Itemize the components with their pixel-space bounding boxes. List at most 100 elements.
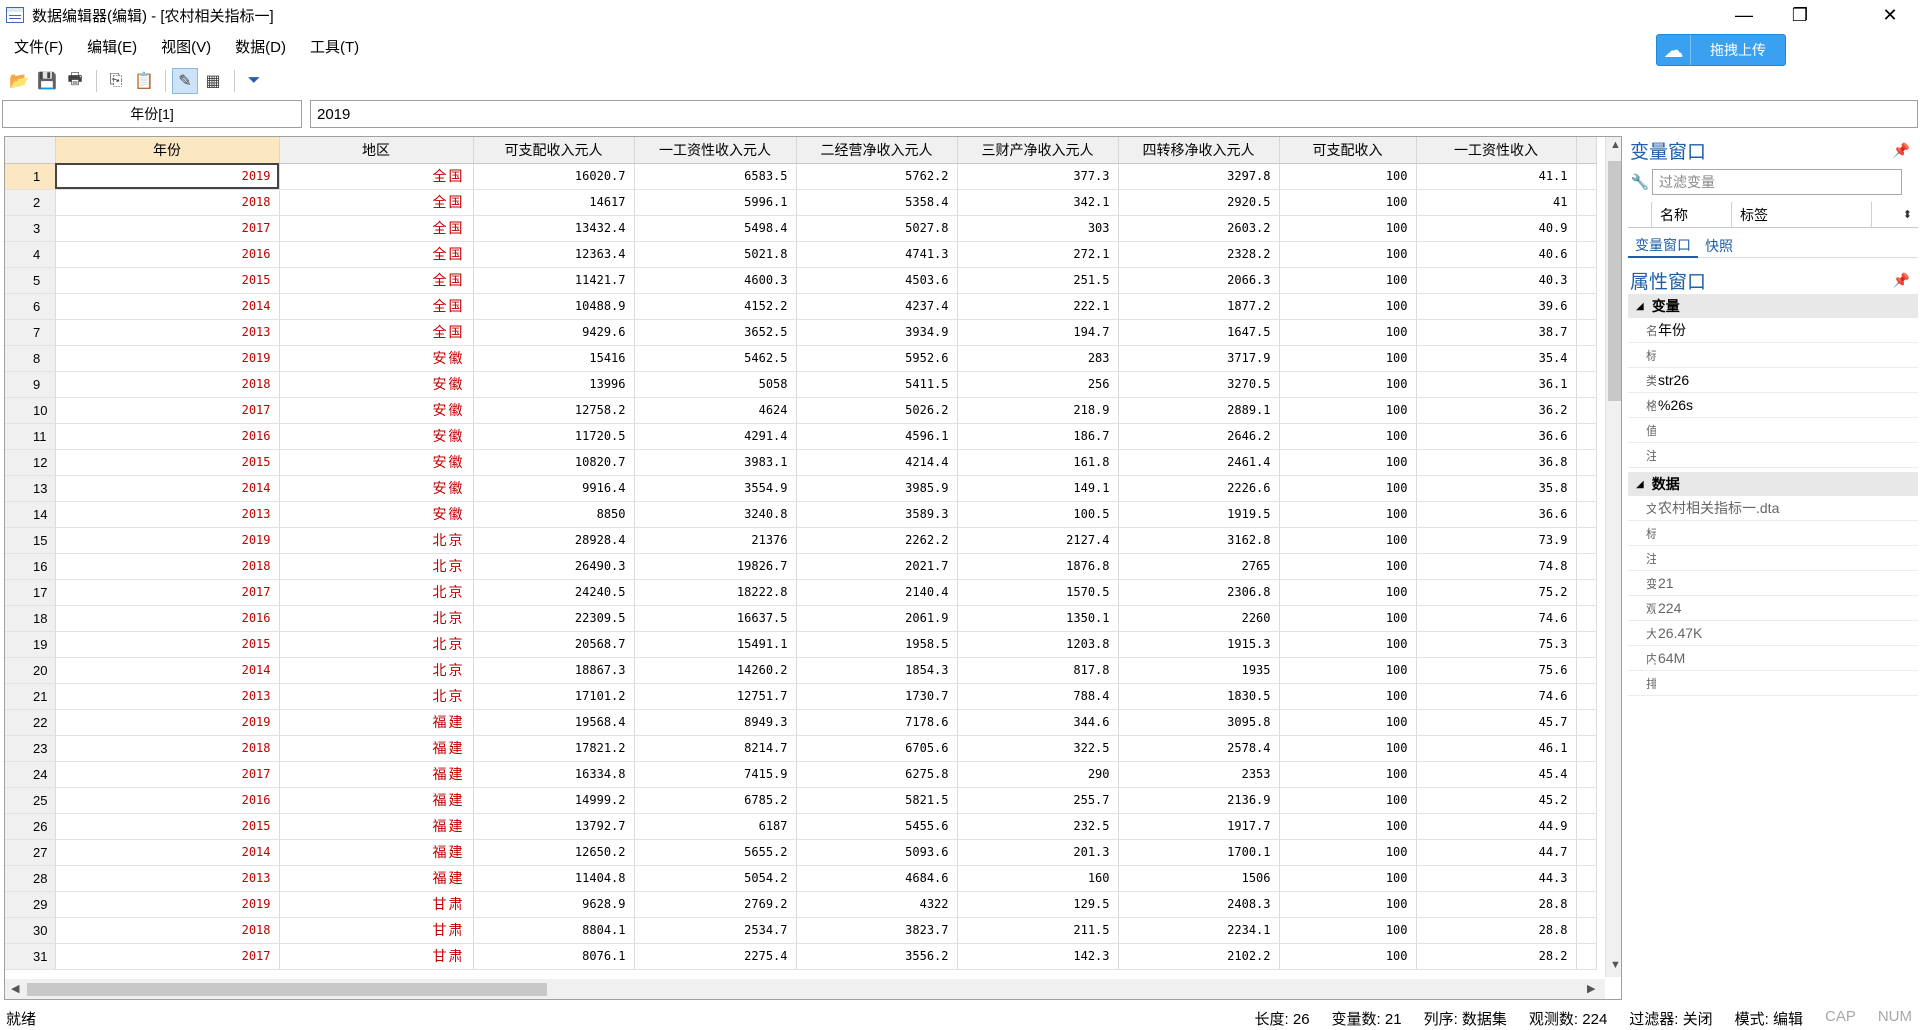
row-number[interactable]: 18 bbox=[5, 605, 56, 632]
table-cell[interactable]: 5762.2 bbox=[796, 163, 958, 190]
cell-year[interactable]: 2019 bbox=[55, 527, 280, 554]
table-cell[interactable]: 18867.3 bbox=[473, 657, 635, 684]
table-cell[interactable]: 100.5 bbox=[957, 501, 1119, 528]
table-cell[interactable]: 11404.8 bbox=[473, 865, 635, 892]
table-cell[interactable]: 100 bbox=[1279, 761, 1417, 788]
table-cell[interactable]: 100 bbox=[1279, 787, 1417, 814]
cell-region[interactable]: 安徽 bbox=[279, 449, 474, 476]
table-cell[interactable]: 17821.2 bbox=[473, 735, 635, 762]
table-cell[interactable]: 2136.9 bbox=[1118, 787, 1280, 814]
cell-year[interactable]: 2017 bbox=[55, 579, 280, 606]
table-cell[interactable]: 17101.2 bbox=[473, 683, 635, 710]
table-cell[interactable]: 18222.8 bbox=[634, 579, 797, 606]
column-header[interactable]: 一工资性收入元人 bbox=[634, 137, 797, 164]
cell-year[interactable]: 2019 bbox=[55, 163, 280, 190]
print-icon[interactable]: 🖶 bbox=[62, 68, 88, 94]
menu-edit[interactable]: 编辑(E) bbox=[87, 36, 137, 57]
table-cell[interactable]: 303 bbox=[957, 215, 1119, 242]
cell-region[interactable]: 全国 bbox=[279, 293, 474, 320]
row-number[interactable]: 13 bbox=[5, 475, 56, 502]
table-cell[interactable]: 2127.4 bbox=[957, 527, 1119, 554]
table-cell[interactable]: 2234.1 bbox=[1118, 917, 1280, 944]
property-row[interactable]: 名年份 bbox=[1628, 318, 1918, 343]
table-cell[interactable]: 5498.4 bbox=[634, 215, 797, 242]
table-cell[interactable]: 211.5 bbox=[957, 917, 1119, 944]
table-cell[interactable]: 2353 bbox=[1118, 761, 1280, 788]
cell-region[interactable]: 安徽 bbox=[279, 397, 474, 424]
table-cell[interactable]: 100 bbox=[1279, 839, 1417, 866]
row-number[interactable]: 12 bbox=[5, 449, 56, 476]
cell-year[interactable]: 2013 bbox=[55, 865, 280, 892]
table-cell[interactable]: 2061.9 bbox=[796, 605, 958, 632]
table-cell[interactable]: 9429.6 bbox=[473, 319, 635, 346]
row-number[interactable]: 4 bbox=[5, 241, 56, 268]
table-cell[interactable]: 2226.6 bbox=[1118, 475, 1280, 502]
table-cell[interactable]: 75.6 bbox=[1416, 657, 1577, 684]
cell-year[interactable]: 2018 bbox=[55, 917, 280, 944]
cell-region[interactable]: 甘肃 bbox=[279, 917, 474, 944]
table-cell[interactable]: 149.1 bbox=[957, 475, 1119, 502]
table-cell[interactable]: 3095.8 bbox=[1118, 709, 1280, 736]
property-row[interactable]: 变 21 bbox=[1628, 571, 1918, 596]
cell-region[interactable]: 全国 bbox=[279, 319, 474, 346]
table-cell[interactable]: 74.8 bbox=[1416, 553, 1577, 580]
property-row[interactable]: 排 bbox=[1628, 671, 1918, 696]
property-row[interactable]: 值 bbox=[1628, 418, 1918, 443]
cell-year[interactable]: 2015 bbox=[55, 813, 280, 840]
cell-region[interactable]: 福建 bbox=[279, 787, 474, 814]
table-cell[interactable]: 100 bbox=[1279, 475, 1417, 502]
table-cell[interactable]: 1730.7 bbox=[796, 683, 958, 710]
cell-year[interactable]: 2018 bbox=[55, 189, 280, 216]
table-cell[interactable]: 36.6 bbox=[1416, 423, 1577, 450]
table-cell[interactable]: 4214.4 bbox=[796, 449, 958, 476]
table-cell[interactable]: 8214.7 bbox=[634, 735, 797, 762]
table-cell[interactable]: 5655.2 bbox=[634, 839, 797, 866]
table-cell[interactable]: 2578.4 bbox=[1118, 735, 1280, 762]
row-number[interactable]: 23 bbox=[5, 735, 56, 762]
cell-region[interactable]: 全国 bbox=[279, 189, 474, 216]
cell-region[interactable]: 全国 bbox=[279, 241, 474, 268]
cell-year[interactable]: 2013 bbox=[55, 683, 280, 710]
menu-file[interactable]: 文件(F) bbox=[14, 36, 63, 57]
table-cell[interactable]: 342.1 bbox=[957, 189, 1119, 216]
cell-region[interactable]: 北京 bbox=[279, 683, 474, 710]
variable-section-header[interactable]: ◢ 变量 bbox=[1628, 294, 1918, 318]
table-cell[interactable]: 100 bbox=[1279, 319, 1417, 346]
row-number[interactable]: 31 bbox=[5, 943, 56, 970]
table-cell[interactable]: 8850 bbox=[473, 501, 635, 528]
table-cell[interactable]: 100 bbox=[1279, 449, 1417, 476]
table-cell[interactable]: 6785.2 bbox=[634, 787, 797, 814]
variable-manager-icon[interactable]: ▦ bbox=[200, 68, 226, 94]
row-number[interactable]: 26 bbox=[5, 813, 56, 840]
table-cell[interactable]: 283 bbox=[957, 345, 1119, 372]
cell-region[interactable]: 北京 bbox=[279, 631, 474, 658]
table-cell[interactable]: 28.2 bbox=[1416, 943, 1577, 970]
table-cell[interactable]: 272.1 bbox=[957, 241, 1119, 268]
cell-year[interactable]: 2014 bbox=[55, 657, 280, 684]
table-cell[interactable]: 100 bbox=[1279, 631, 1417, 658]
table-cell[interactable]: 9628.9 bbox=[473, 891, 635, 918]
scroll-up-icon[interactable]: ▲ bbox=[1610, 139, 1621, 151]
table-cell[interactable]: 5027.8 bbox=[796, 215, 958, 242]
table-cell[interactable]: 35.8 bbox=[1416, 475, 1577, 502]
table-cell[interactable]: 3554.9 bbox=[634, 475, 797, 502]
table-cell[interactable]: 13996 bbox=[473, 371, 635, 398]
table-cell[interactable]: 100 bbox=[1279, 605, 1417, 632]
table-cell[interactable]: 13432.4 bbox=[473, 215, 635, 242]
cell-region[interactable]: 北京 bbox=[279, 553, 474, 580]
table-cell[interactable]: 35.4 bbox=[1416, 345, 1577, 372]
table-cell[interactable]: 6275.8 bbox=[796, 761, 958, 788]
table-cell[interactable]: 3589.3 bbox=[796, 501, 958, 528]
table-cell[interactable]: 201.3 bbox=[957, 839, 1119, 866]
cell-year[interactable]: 2018 bbox=[55, 735, 280, 762]
table-cell[interactable]: 322.5 bbox=[957, 735, 1119, 762]
menu-view[interactable]: 视图(V) bbox=[161, 36, 211, 57]
table-cell[interactable]: 45.2 bbox=[1416, 787, 1577, 814]
row-number[interactable]: 19 bbox=[5, 631, 56, 658]
table-cell[interactable]: 12650.2 bbox=[473, 839, 635, 866]
row-number[interactable]: 16 bbox=[5, 553, 56, 580]
table-cell[interactable]: 1854.3 bbox=[796, 657, 958, 684]
cell-region[interactable]: 甘肃 bbox=[279, 891, 474, 918]
table-cell[interactable]: 6705.6 bbox=[796, 735, 958, 762]
table-cell[interactable]: 100 bbox=[1279, 891, 1417, 918]
